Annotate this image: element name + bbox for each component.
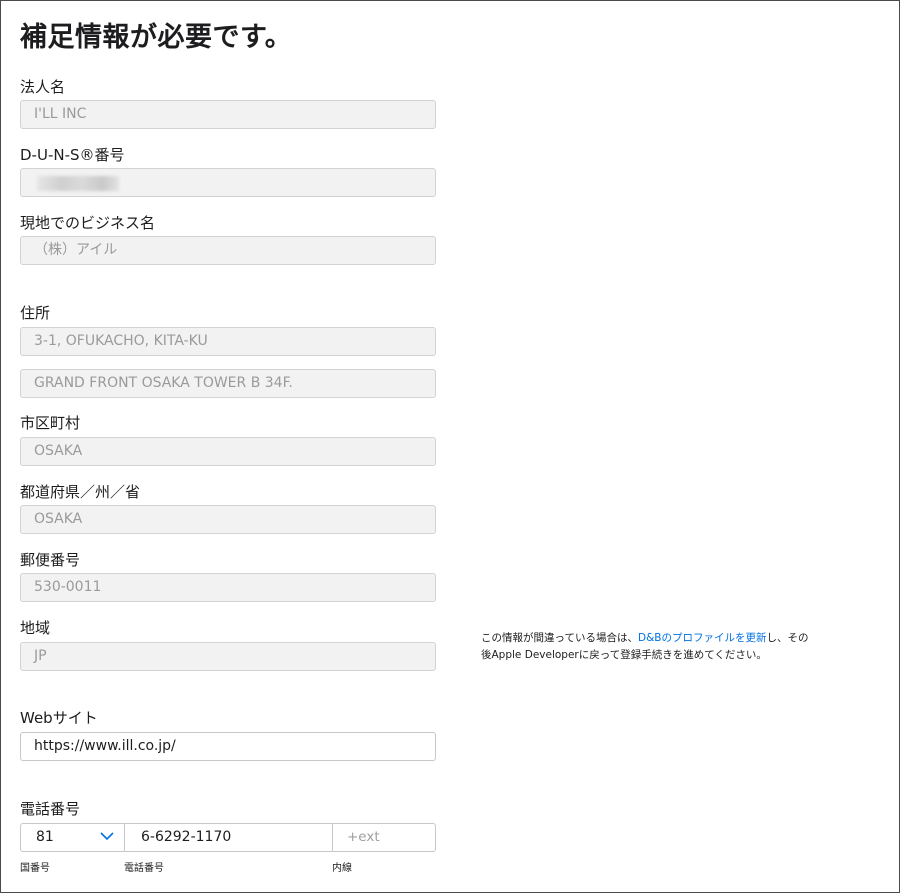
- state-label: 都道府県／州／省: [20, 483, 141, 501]
- page-title: 補足情報が必要です。: [20, 22, 293, 53]
- postal-code-label: 郵便番号: [20, 551, 81, 569]
- country-code-value: 81: [36, 829, 54, 845]
- region-label: 地域: [20, 619, 51, 637]
- form-frame: 補足情報が必要です。 法人名 I'LL INC D-U-N-S®番号 現地でのビ…: [0, 0, 900, 893]
- website-label: Webサイト: [20, 709, 98, 727]
- legal-name-field: I'LL INC: [20, 100, 436, 129]
- note-text-before: この情報が間違っている場合は、: [481, 632, 638, 644]
- note-text-after: し、その: [766, 632, 809, 644]
- duns-label: D-U-N-S®番号: [20, 146, 125, 164]
- dnb-profile-update-link[interactable]: D&Bのプロファイルを更新: [638, 632, 766, 644]
- dnb-update-note: この情報が間違っている場合は、D&Bのプロファイルを更新し、その 後Apple …: [481, 630, 841, 664]
- legal-name-label: 法人名: [20, 78, 66, 96]
- address-label: 住所: [20, 304, 51, 322]
- chevron-down-icon: [100, 832, 114, 841]
- website-input[interactable]: https://www.ill.co.jp/: [20, 732, 436, 761]
- phone-number-caption: 電話番号: [124, 863, 164, 874]
- city-field: OSAKA: [20, 437, 436, 466]
- note-text-line2: 後Apple Developerに戻って登録手続きを進めてください。: [481, 649, 767, 661]
- state-field: OSAKA: [20, 505, 436, 534]
- country-code-caption: 国番号: [20, 863, 50, 874]
- phone-input-group: 81 6-6292-1170 +ext: [20, 823, 436, 852]
- local-business-name-field: （株）アイル: [20, 236, 436, 265]
- ext-caption: 内線: [332, 863, 352, 874]
- postal-code-field: 530-0011: [20, 573, 436, 602]
- phone-label: 電話番号: [20, 800, 81, 818]
- phone-number-input[interactable]: 6-6292-1170: [125, 824, 333, 851]
- duns-redaction: [37, 176, 119, 191]
- local-business-name-label: 現地でのビジネス名: [20, 214, 156, 232]
- address-line1-field: 3-1, OFUKACHO, KITA-KU: [20, 327, 436, 356]
- phone-ext-input[interactable]: +ext: [333, 824, 435, 851]
- city-label: 市区町村: [20, 414, 81, 432]
- duns-field: [20, 168, 436, 197]
- address-line2-field: GRAND FRONT OSAKA TOWER B 34F.: [20, 369, 436, 398]
- country-code-select[interactable]: 81: [21, 824, 125, 851]
- region-field: JP: [20, 642, 436, 671]
